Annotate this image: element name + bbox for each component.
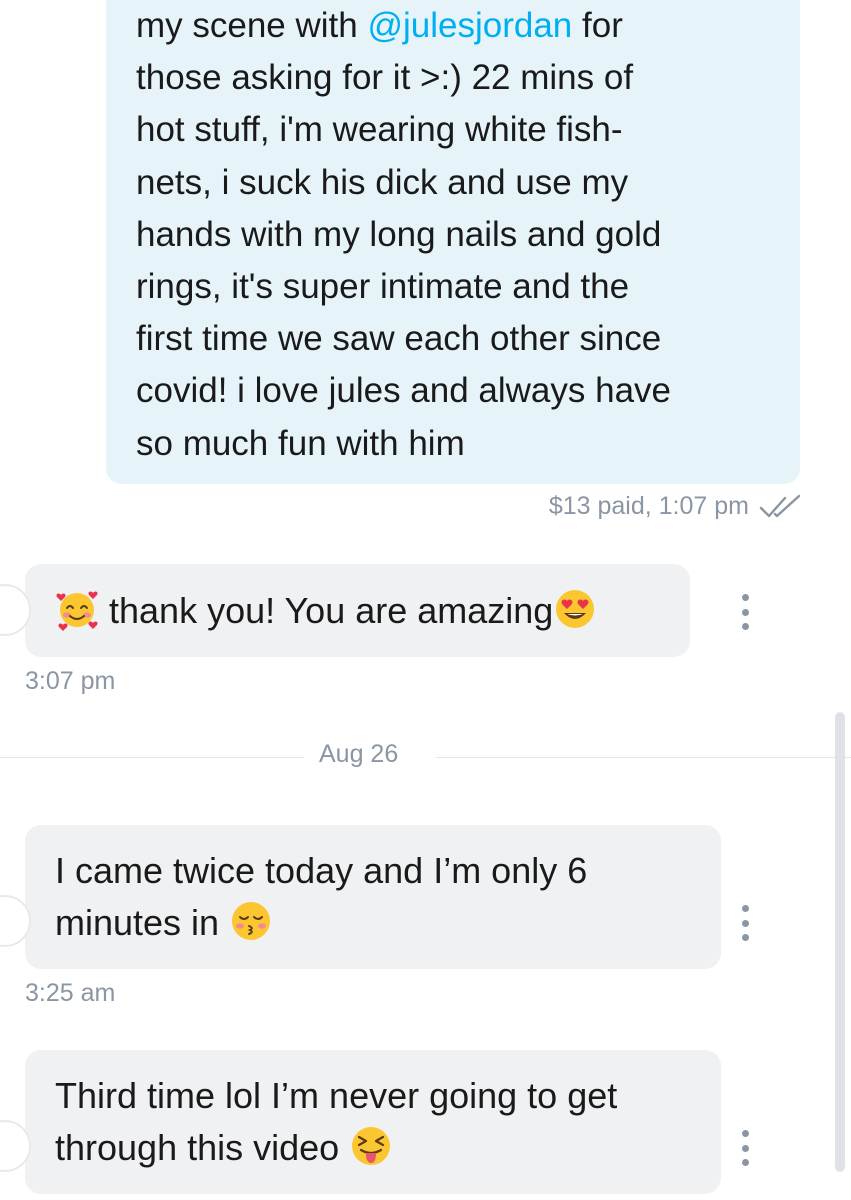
sent-message-line1-start: my scene with bbox=[136, 6, 368, 45]
sent-message-line1-end: for bbox=[572, 6, 623, 45]
squinting-tongue-face-icon bbox=[352, 1127, 391, 1165]
received-message-bubble[interactable]: thank you! You are amazing bbox=[0, 564, 690, 657]
received-message-text: Third time lol I’m never going to get th… bbox=[55, 1070, 721, 1174]
reply-3-line2: through this video bbox=[55, 1127, 350, 1168]
double-check-icon bbox=[759, 494, 801, 517]
sent-message-body: those asking for it >:) 22 mins of hot s… bbox=[136, 58, 672, 463]
reply-3-line1: Third time lol I’m never going to get bbox=[55, 1075, 618, 1116]
avatar[interactable] bbox=[0, 584, 31, 636]
reply-2-line1: I came twice today and I’m only 6 bbox=[55, 850, 588, 891]
more-vertical-icon[interactable] bbox=[738, 905, 752, 941]
message-time: 3:07 pm bbox=[25, 667, 116, 695]
received-message-text: I came twice today and I’m only 6 minute… bbox=[55, 845, 721, 949]
heart-eyes-icon bbox=[556, 590, 595, 628]
sent-message-meta: $13 paid, 1:07 pm bbox=[549, 492, 803, 521]
divider-right bbox=[436, 757, 851, 758]
smiling-face-with-hearts-icon bbox=[56, 591, 98, 631]
received-message-bubble[interactable]: Third time lol I’m never going to get th… bbox=[0, 1050, 721, 1194]
message-time: 3:25 am bbox=[25, 979, 116, 1007]
received-message-bubble[interactable]: I came twice today and I’m only 6 minute… bbox=[0, 825, 721, 969]
sent-message-status: $13 paid, 1:07 pm bbox=[548, 492, 749, 520]
reply-2-line2: minutes in bbox=[55, 902, 230, 943]
avatar[interactable] bbox=[0, 1120, 31, 1172]
received-message-text: thank you! You are amazing bbox=[55, 585, 690, 637]
chat-thread: my scene with @julesjordan for those ask… bbox=[0, 0, 851, 1200]
sent-message-text: my scene with @julesjordan for those ask… bbox=[136, 0, 776, 470]
reply-1-text: thank you! You are amazing bbox=[99, 590, 554, 631]
date-divider-label: Aug 26 bbox=[319, 740, 399, 768]
kissing-face-closed-eyes-icon bbox=[232, 902, 271, 940]
more-vertical-icon[interactable] bbox=[738, 1130, 752, 1166]
more-vertical-icon[interactable] bbox=[738, 594, 752, 630]
scrollbar[interactable] bbox=[835, 712, 845, 1172]
divider-left bbox=[0, 757, 304, 758]
avatar[interactable] bbox=[0, 895, 31, 947]
mention-link[interactable]: @julesjordan bbox=[367, 6, 572, 45]
sent-message-bubble[interactable]: my scene with @julesjordan for those ask… bbox=[106, 0, 800, 484]
